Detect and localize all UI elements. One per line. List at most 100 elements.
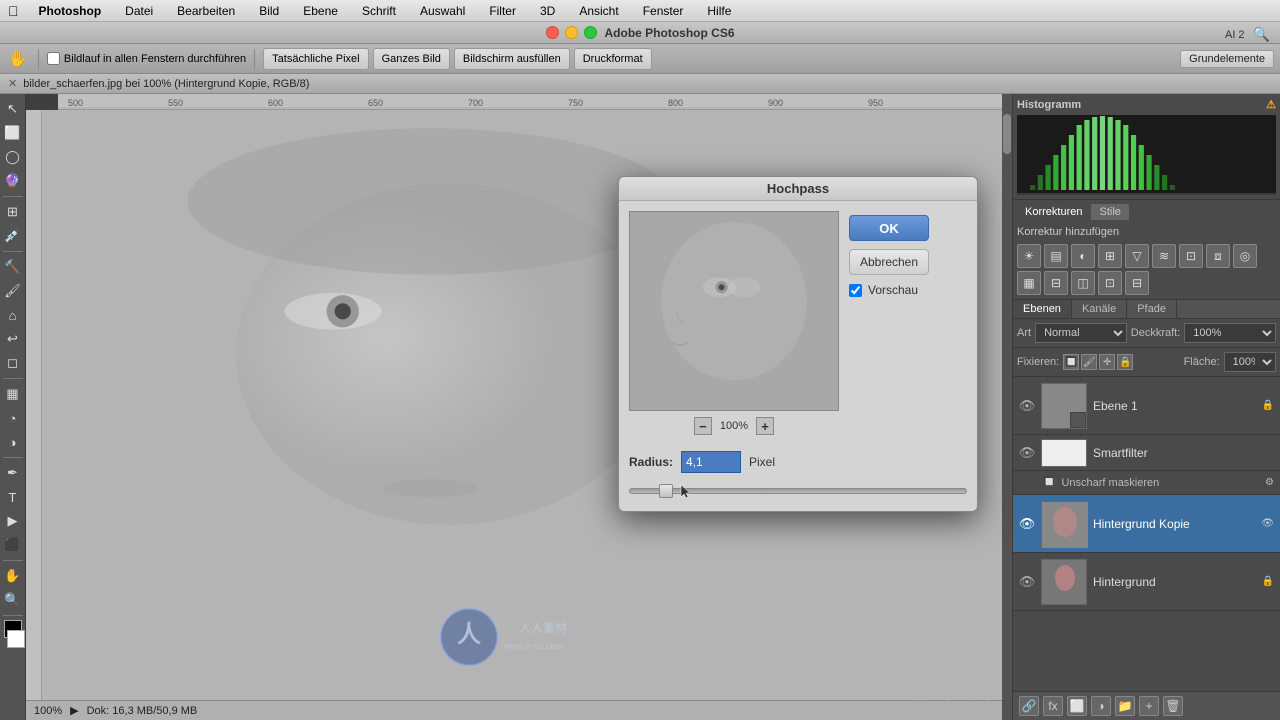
korr-posterize[interactable]: ⊡ [1098,271,1122,295]
korr-photofilter[interactable]: ◎ [1233,244,1257,268]
tab-pfade[interactable]: Pfade [1127,300,1177,318]
layer-unscharf[interactable]: 🔲 Unscharf maskieren ⚙ [1013,471,1280,495]
menu-bearbeiten[interactable]: Bearbeiten [173,2,239,20]
gradient-tool[interactable]: ▦ [2,383,24,405]
menu-3d[interactable]: 3D [536,2,559,20]
menu-ebene[interactable]: Ebene [299,2,342,20]
blur-tool[interactable]: ◔ [2,407,24,429]
korr-brightness[interactable]: ☀ [1017,244,1041,268]
crop-tool[interactable]: ⊞ [2,201,24,223]
eye-icon-hintergrund[interactable]: 👁 [1019,574,1035,590]
ganzes-bild-btn[interactable]: Ganzes Bild [373,48,450,70]
workspace-label[interactable]: Grundelemente [1180,50,1274,68]
zoom-out-btn[interactable]: − [694,417,712,435]
delete-layer-btn[interactable]: 🗑 [1163,696,1183,716]
shape-tool[interactable]: ⬛ [2,534,24,556]
background-color[interactable] [7,630,25,648]
radius-slider-thumb[interactable] [659,484,673,498]
menu-bild[interactable]: Bild [255,2,283,20]
korr-bw[interactable]: ⧈ [1206,244,1230,268]
tab-ebenen[interactable]: Ebenen [1013,300,1072,318]
close-button[interactable] [546,26,559,39]
quick-select-tool[interactable]: 🔮 [2,170,24,192]
korr-threshold[interactable]: ⊟ [1125,271,1149,295]
korr-curves[interactable]: ◐ [1071,244,1095,268]
maximize-button[interactable] [584,26,597,39]
cancel-button[interactable]: Abbrechen [849,249,929,275]
dodge-tool[interactable]: ◑ [2,431,24,453]
eye-right-hgkopie[interactable]: 👁 [1261,518,1274,529]
korr-hsl[interactable]: ≋ [1152,244,1176,268]
korr-invert[interactable]: ◫ [1071,271,1095,295]
zoom-in-btn[interactable]: + [756,417,774,435]
dialog-preview[interactable] [629,211,839,411]
menu-filter[interactable]: Filter [485,2,520,20]
doc-close-icon[interactable]: ✕ [8,77,17,90]
korr-colorbalance[interactable]: ⊡ [1179,244,1203,268]
menu-ansicht[interactable]: Ansicht [575,2,622,20]
pen-tool[interactable]: ✒ [2,462,24,484]
healing-tool[interactable]: 🔨 [2,256,24,278]
hochpass-dialog[interactable]: Hochpass [618,176,978,512]
hand-tool[interactable]: ✋ [6,47,30,71]
tatsaechliche-pixel-btn[interactable]: Tatsächliche Pixel [263,48,368,70]
flaeche-select[interactable]: 100% [1224,352,1276,372]
bildlauf-checkbox[interactable] [47,52,60,65]
layer-hintergrund[interactable]: 👁 Hintergrund 🔒 [1013,553,1280,611]
unscharf-options-icon[interactable]: ⚙ [1265,477,1274,488]
eye-icon-smartfilter[interactable]: 👁 [1019,445,1035,461]
opacity-select[interactable]: 100% [1184,323,1276,343]
menu-hilfe[interactable]: Hilfe [703,2,735,20]
lock-transparent[interactable]: 🔲 [1063,354,1079,370]
eyedropper-tool[interactable]: 💉 [2,225,24,247]
stile-tab[interactable]: Stile [1091,204,1128,220]
korr-vibrance[interactable]: ▽ [1125,244,1149,268]
layer-smartfilter[interactable]: 👁 Smartfilter [1013,435,1280,471]
zoom-tool[interactable]: 🔍 [2,589,24,611]
search-icon[interactable]: 🔍 [1253,26,1270,43]
menu-photoshop[interactable]: Photoshop [35,2,106,20]
bildschirm-ausfuellen-btn[interactable]: Bildschirm ausfüllen [454,48,570,70]
korr-colorlookup[interactable]: ⊟ [1044,271,1068,295]
add-mask-btn[interactable]: ⬜ [1067,696,1087,716]
tab-kanaele[interactable]: Kanäle [1072,300,1127,318]
lock-move[interactable]: ✛ [1099,354,1115,370]
brush-tool[interactable]: 🖌 [2,280,24,302]
preview-checkbox[interactable] [849,284,862,297]
new-layer-btn[interactable]: + [1139,696,1159,716]
korrekturen-tab[interactable]: Korrekturen [1017,204,1090,220]
menu-fenster[interactable]: Fenster [639,2,688,20]
menu-auswahl[interactable]: Auswahl [416,2,469,20]
korr-exposure[interactable]: ⊞ [1098,244,1122,268]
layer-style-btn[interactable]: fx [1043,696,1063,716]
lock-image[interactable]: 🖌 [1081,354,1097,370]
eraser-tool[interactable]: ◻ [2,352,24,374]
ok-button[interactable]: OK [849,215,929,241]
hand-tool-box[interactable]: ✋ [2,565,24,587]
history-brush[interactable]: ↩ [2,328,24,350]
lock-all[interactable]: 🔒 [1117,354,1133,370]
canvas-scrollbar[interactable] [1002,94,1012,720]
scroll-thumb[interactable] [1003,114,1011,154]
korr-channelmixer[interactable]: ▦ [1017,271,1041,295]
menu-schrift[interactable]: Schrift [358,2,400,20]
folder-btn[interactable]: 📁 [1115,696,1135,716]
minimize-button[interactable] [565,26,578,39]
korr-levels[interactable]: ▤ [1044,244,1068,268]
layer-hintergrund-kopie[interactable]: 👁 Hintergrund Kopie 👁 [1013,495,1280,553]
eye-icon-hgkopie[interactable]: 👁 [1019,516,1035,532]
link-layers-btn[interactable]: 🔗 [1019,696,1039,716]
workspace-selector[interactable]: Grundelemente [1180,50,1274,68]
lasso-tool[interactable]: ◯ [2,146,24,168]
radius-input[interactable] [681,451,741,473]
druckformat-btn[interactable]: Druckformat [574,48,652,70]
text-tool[interactable]: T [2,486,24,508]
clone-tool[interactable]: ⌂ [2,304,24,326]
selection-tool[interactable]: ⬜ [2,122,24,144]
adjustment-btn[interactable]: ◑ [1091,696,1111,716]
apple-menu[interactable]:  [8,3,19,19]
path-select-tool[interactable]: ▶ [2,510,24,532]
layer-ebene1[interactable]: 👁 Ebene 1 🔒 [1013,377,1280,435]
bildlauf-checkbox-label[interactable]: Bildlauf in allen Fenstern durchführen [47,52,246,65]
eye-icon-ebene1[interactable]: 👁 [1019,398,1035,414]
